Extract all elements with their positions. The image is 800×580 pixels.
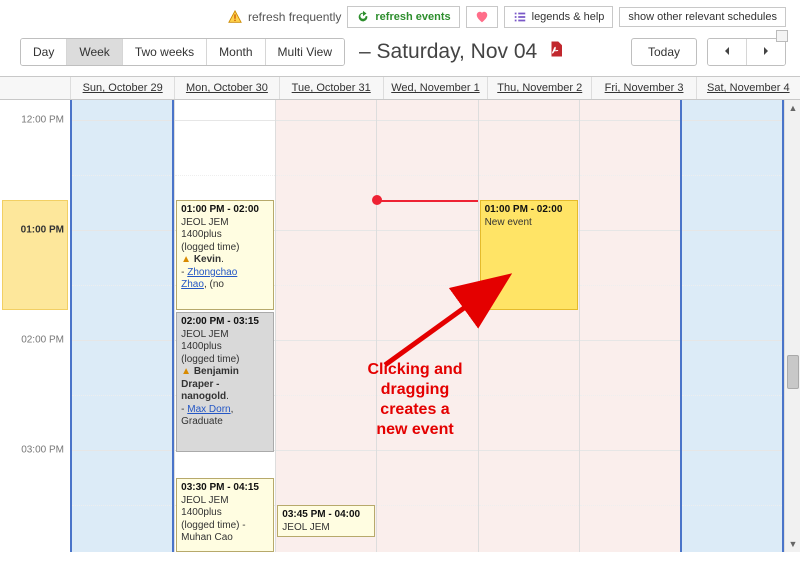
event-link[interactable]: Zhongchao: [187, 267, 237, 278]
view-two-weeks[interactable]: Two weeks: [123, 39, 207, 65]
event-time: 01:00 PM - 02:00: [181, 204, 269, 217]
view-multi[interactable]: Multi View: [266, 39, 344, 65]
event-line: - Max Dorn,: [181, 404, 269, 417]
date-range-text: – Saturday, Nov 04: [359, 40, 537, 63]
day-head-sun[interactable]: Sun, October 29: [70, 77, 174, 99]
other-schedules-button[interactable]: show other relevant schedules: [619, 7, 786, 27]
event-time: 01:00 PM - 02:00: [485, 204, 573, 217]
event-line: JEOL JEM: [181, 329, 269, 342]
toolbar: Day Week Two weeks Month Multi View – Sa…: [0, 32, 800, 76]
event-line: 1400plus: [181, 229, 269, 242]
chevron-left-icon: [722, 45, 732, 59]
day-col-mon[interactable]: 01:00 PM - 02:00 JEOL JEM 1400plus (logg…: [174, 100, 275, 552]
vertical-scrollbar[interactable]: ▲ ▼: [784, 100, 800, 552]
now-line: [377, 200, 477, 202]
time-label-14: 02:00 PM: [21, 335, 64, 346]
calendar-grid: 12:00 PM 01:00 PM 02:00 PM 03:00 PM 01:0…: [0, 100, 800, 552]
heart-icon: [475, 10, 489, 24]
legends-help-button[interactable]: legends & help: [504, 6, 614, 28]
day-head-thu[interactable]: Thu, November 2: [487, 77, 591, 99]
refresh-events-button[interactable]: refresh events: [347, 6, 459, 28]
grid-inner: 12:00 PM 01:00 PM 02:00 PM 03:00 PM 01:0…: [0, 100, 784, 552]
event-line: JEOL JEM: [282, 522, 370, 535]
day-head-sat[interactable]: Sat, November 4: [696, 77, 800, 99]
event-time: 03:45 PM - 04:00: [282, 509, 370, 522]
warning-icon: ▲: [181, 254, 191, 265]
event-line: (logged time) -: [181, 520, 269, 533]
refresh-note-text: refresh frequently: [248, 10, 341, 24]
event-link[interactable]: Max Dorn: [187, 404, 230, 415]
refresh-events-label: refresh events: [375, 11, 450, 23]
favorite-button[interactable]: [466, 6, 498, 28]
day-col-thu[interactable]: 01:00 PM - 02:00 New event: [478, 100, 579, 552]
event-time: 02:00 PM - 03:15: [181, 316, 269, 329]
nav-segment: [707, 38, 786, 66]
today-button[interactable]: Today: [631, 38, 697, 66]
event-new[interactable]: 01:00 PM - 02:00 New event: [480, 200, 578, 310]
event-line: (logged time): [181, 242, 269, 255]
event-mon-2[interactable]: 02:00 PM - 03:15 JEOL JEM 1400plus (logg…: [176, 312, 274, 452]
event-link[interactable]: Zhao: [181, 279, 204, 290]
event-tue-1[interactable]: 03:45 PM - 04:00 JEOL JEM: [277, 505, 375, 537]
view-week[interactable]: Week: [67, 39, 122, 65]
warning-icon: ▲: [181, 366, 191, 377]
day-head-fri[interactable]: Fri, November 3: [591, 77, 695, 99]
time-label-15: 03:00 PM: [21, 445, 64, 456]
event-line: ▲ Benjamin: [181, 366, 269, 379]
scroll-up-icon[interactable]: ▲: [785, 100, 800, 116]
chevron-right-icon: [761, 45, 771, 59]
day-header: Sun, October 29 Mon, October 30 Tue, Oct…: [0, 76, 800, 100]
other-schedules-label: show other relevant schedules: [628, 11, 777, 23]
refresh-icon: [356, 10, 370, 24]
time-label-12: 12:00 PM: [21, 115, 64, 126]
event-line: JEOL JEM: [181, 217, 269, 230]
day-col-wed[interactable]: [376, 100, 477, 552]
event-line: nanogold.: [181, 391, 269, 404]
collapse-toggle[interactable]: [776, 30, 788, 42]
event-line: 1400plus: [181, 507, 269, 520]
pdf-icon[interactable]: [547, 40, 565, 64]
event-line: (logged time): [181, 354, 269, 367]
event-line: Graduate: [181, 416, 269, 429]
event-time: 03:30 PM - 04:15: [181, 482, 269, 495]
link-bar: refresh frequently refresh events legend…: [0, 0, 800, 32]
time-label-13: 01:00 PM: [21, 225, 64, 236]
next-button[interactable]: [747, 39, 785, 65]
warning-icon: [228, 10, 242, 24]
date-range-title: – Saturday, Nov 04: [359, 40, 565, 64]
event-line: Muhan Cao: [181, 532, 269, 545]
day-head-tue[interactable]: Tue, October 31: [279, 77, 383, 99]
scrollbar-thumb[interactable]: [787, 355, 799, 389]
refresh-note: refresh frequently: [228, 10, 341, 24]
event-label: New event: [485, 217, 573, 230]
event-line: ▲ Kevin.: [181, 254, 269, 267]
prev-button[interactable]: [708, 39, 747, 65]
day-col-sun[interactable]: [70, 100, 174, 552]
day-col-fri[interactable]: [579, 100, 680, 552]
scroll-down-icon[interactable]: ▼: [785, 536, 800, 552]
view-segment: Day Week Two weeks Month Multi View: [20, 38, 345, 66]
event-line: Draper -: [181, 379, 269, 392]
now-dot-icon: [372, 195, 382, 205]
current-time-block: [2, 200, 68, 310]
event-mon-3[interactable]: 03:30 PM - 04:15 JEOL JEM 1400plus (logg…: [176, 478, 274, 552]
view-month[interactable]: Month: [207, 39, 265, 65]
event-line: Zhao, (no: [181, 279, 269, 292]
event-line: - Zhongchao: [181, 267, 269, 280]
list-icon: [513, 10, 527, 24]
event-mon-1[interactable]: 01:00 PM - 02:00 JEOL JEM 1400plus (logg…: [176, 200, 274, 310]
legends-help-label: legends & help: [532, 11, 605, 23]
day-head-wed[interactable]: Wed, November 1: [383, 77, 487, 99]
day-header-gutter: [0, 77, 70, 99]
view-day[interactable]: Day: [21, 39, 67, 65]
event-line: JEOL JEM: [181, 495, 269, 508]
day-col-sat[interactable]: [680, 100, 784, 552]
time-gutter: 12:00 PM 01:00 PM 02:00 PM 03:00 PM: [0, 100, 70, 552]
day-head-mon[interactable]: Mon, October 30: [174, 77, 278, 99]
day-col-tue[interactable]: 03:45 PM - 04:00 JEOL JEM: [275, 100, 376, 552]
event-line: 1400plus: [181, 341, 269, 354]
